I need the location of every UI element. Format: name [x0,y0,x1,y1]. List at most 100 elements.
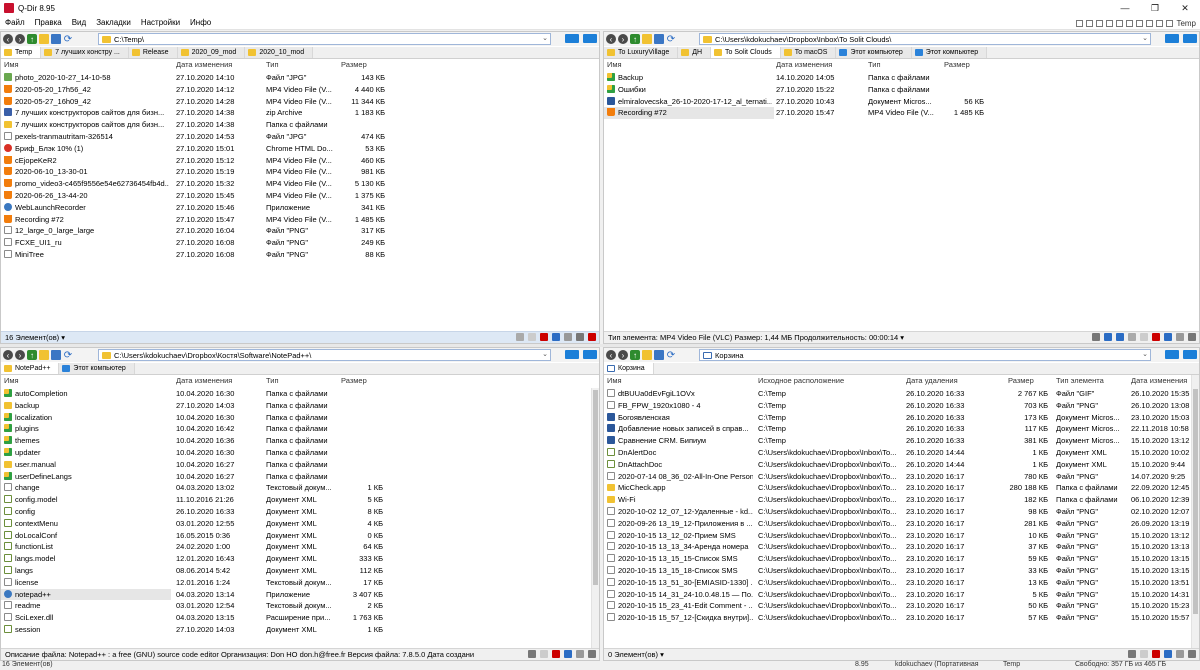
tab[interactable]: 2020_10_mod [245,47,314,58]
down-arrow-icon[interactable] [1116,333,1124,341]
email-icon[interactable] [528,333,536,341]
menu-edit[interactable]: Правка [30,18,67,27]
list-item[interactable]: readme 03.01.2020 12:54 Текстовый докум...… [1,600,599,612]
menu-settings[interactable]: Настройки [136,18,185,27]
dropbox-icon[interactable] [1092,333,1100,341]
layout-icon[interactable] [1116,19,1124,27]
back-icon[interactable]: ‹ [606,34,616,44]
minimize-button[interactable]: — [1110,0,1140,16]
list-item[interactable]: FB_FPW_1920x1080 - 4 C:\Temp 26.10.2020 16… [604,400,1199,412]
dropbox-icon[interactable] [1128,650,1136,658]
list-item[interactable]: config 26.10.2020 16:33 Документ XML 8 КБ [1,506,599,518]
properties-icon[interactable] [1188,650,1196,658]
list-item[interactable]: 2020-10-15 15_23_41-Edit Comment - ... C:… [604,600,1199,612]
close-button[interactable]: ✕ [1170,0,1200,16]
preview-icon[interactable] [1183,34,1197,43]
back-icon[interactable]: ‹ [3,34,13,44]
list-item[interactable]: plugins 10.04.2020 16:42 Папка с файлами [1,423,599,435]
chevron-down-icon[interactable]: ⌄ [1142,350,1148,358]
column-header-cell[interactable]: Исходное расположение [758,376,844,385]
folder-icon[interactable] [39,350,49,360]
scrollbar-thumb[interactable] [593,390,598,585]
list-item[interactable]: 7 лучших конструкторов сайтов для бизн..… [1,119,599,131]
column-header-cell[interactable]: Дата изменения [776,60,832,69]
tab[interactable]: To macOS [780,47,837,58]
list-item[interactable]: config.model 11.10.2016 21:26 Документ XML… [1,494,599,506]
properties-icon[interactable] [588,650,596,658]
column-header-cell[interactable]: Тип элемента [1056,376,1104,385]
list-item[interactable]: DnAttachDoc C:\Users\kdokuchaev\Dropbox\I… [604,459,1199,471]
vertical-scrollbar[interactable] [591,388,599,648]
paste-icon[interactable] [564,333,572,341]
column-header-cell[interactable]: Размер [944,60,970,69]
list-item[interactable]: 2020-05-27_16h09_42 27.10.2020 14:28 MP4 V… [1,96,599,108]
list-item[interactable]: 2020-10-15 13_51_30-[EMIASID-1330] ... C:… [604,577,1199,589]
chevron-down-icon[interactable]: ⌄ [542,34,548,42]
list-item[interactable]: userDefineLangs 10.04.2020 16:27 Папка с ф… [1,471,599,483]
list-item[interactable]: 2020-10-15 13_13_34-Аренда номера C:\User… [604,541,1199,553]
up-icon[interactable]: ↑ [27,34,37,44]
up-icon[interactable]: ↑ [630,34,640,44]
tab[interactable]: ДН [678,47,712,58]
layout-icon[interactable] [1166,19,1174,27]
layout-icon[interactable] [1156,19,1164,27]
menu-file[interactable]: Файл [0,18,30,27]
column-header-cell[interactable]: Тип [266,60,279,69]
chevron-down-icon[interactable]: ⌄ [1142,34,1148,42]
list-item[interactable]: cEjopeKeR2 27.10.2020 15:12 MP4 Video File… [1,155,599,167]
cut-icon[interactable] [564,650,572,658]
list-item[interactable]: Backup 14.10.2020 14:05 Папка с файлами [604,72,1199,84]
delete-icon[interactable] [540,333,548,341]
list-item[interactable]: photo_2020-10-27_14-10-58 27.10.2020 14:1… [1,72,599,84]
list-item[interactable]: autoCompletion 10.04.2020 16:30 Папка с фа… [1,388,599,400]
tab[interactable]: Release [128,47,178,58]
list-item[interactable]: promo_video3-c465f9556e54e62736454fb4d..… [1,178,599,190]
paste-icon[interactable] [1176,650,1184,658]
delete-icon[interactable] [552,650,560,658]
column-header-cell[interactable]: Имя [607,376,622,385]
list-item[interactable]: Recording #72 27.10.2020 15:47 MP4 Video F… [1,214,599,226]
column-header-cell[interactable]: Дата изменения [176,60,232,69]
refresh-icon[interactable]: ⟳ [63,350,73,361]
refresh-icon[interactable]: ⟳ [63,34,73,45]
column-header-cell[interactable]: Дата удаления [906,376,958,385]
scrollbar-thumb[interactable] [1193,389,1198,614]
refresh-icon[interactable]: ⟳ [666,34,676,45]
layout-icon[interactable] [1096,19,1104,27]
column-header-cell[interactable]: Размер [1008,376,1034,385]
list-item[interactable]: session 27.10.2020 14:03 Документ XML 1 КБ [1,624,599,636]
copy-icon[interactable] [1128,333,1136,341]
close-pane-icon[interactable] [588,333,596,341]
list-item[interactable]: backup 27.10.2020 14:03 Папка с файлами [1,400,599,412]
column-header-cell[interactable]: Дата изменения [176,376,232,385]
dropbox-icon[interactable] [528,650,536,658]
list-item[interactable]: 7 лучших конструкторов сайтов для бизн..… [1,107,599,119]
email-icon[interactable] [1140,650,1148,658]
list-item[interactable]: Recording #72 27.10.2020 15:47 MP4 Video F… [604,107,984,120]
column-header-cell[interactable]: Размер [341,60,367,69]
list-item[interactable]: DnAlertDoc C:\Users\kdokuchaev\Dropbox\In… [604,447,1199,459]
folder-icon[interactable] [642,350,652,360]
list-item[interactable]: 2020-06-10_13-30-01 27.10.2020 15:19 MP4 V… [1,166,599,178]
layout-icon[interactable] [1086,19,1094,27]
refresh-icon[interactable]: ⟳ [666,350,676,361]
list-item[interactable]: notepad++ 04.03.2020 13:14 Приложение 3 407… [1,588,383,601]
copy-icon[interactable] [516,333,524,341]
chevron-down-icon[interactable]: ⌄ [542,350,548,358]
preview-icon[interactable] [1183,350,1197,359]
list-item[interactable]: 12_large_0_large_large 27.10.2020 16:04 Фа… [1,225,599,237]
cut-icon[interactable] [1164,333,1172,341]
forward-icon[interactable]: › [618,34,628,44]
view-mode-icon[interactable] [565,34,579,43]
address-bar[interactable]: C:\Users\kdokuchaev\Dropbox\Inbox\To Sol… [699,33,1151,45]
tab[interactable]: NotePad++ [1,363,60,374]
list-item[interactable]: Добавление новых записей в справ... C:\Te… [604,423,1199,435]
menu-info[interactable]: Инфо [185,18,216,27]
list-item[interactable]: elmiralovecska_26-10-2020-17-12_al_terna… [604,96,1199,108]
tab[interactable]: Этот компьютер [59,363,135,374]
list-item[interactable]: MicCheck.app C:\Users\kdokuchaev\Dropbox\… [604,482,1199,494]
properties-icon[interactable] [576,333,584,341]
list-item[interactable]: 2020-06-26_13-44-20 27.10.2020 15:45 MP4 V… [1,190,599,202]
column-header-cell[interactable]: Дата изменения [1131,376,1187,385]
list-item[interactable]: 2020-07-14 08_36_02-All-In-One Person C:\… [604,471,1199,483]
